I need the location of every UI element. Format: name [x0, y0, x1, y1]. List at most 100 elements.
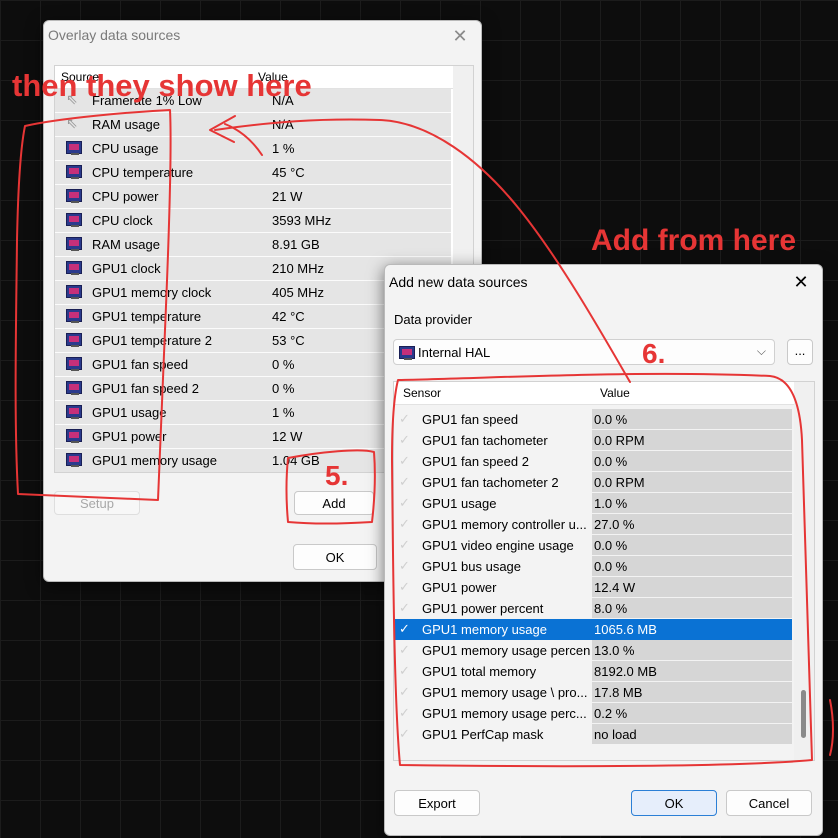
- sensor-row[interactable]: ✓ GPU1 power percent 8.0 %: [394, 598, 792, 619]
- checkmark-icon[interactable]: ✓: [399, 684, 410, 700]
- source-name: RAM usage: [92, 117, 160, 132]
- checkmark-icon[interactable]: ✓: [399, 474, 410, 490]
- checkmark-icon[interactable]: ✓: [399, 453, 410, 469]
- sensor-row[interactable]: ✓ GPU1 memory usage perc... 0.2 %: [394, 703, 792, 724]
- checkmark-icon[interactable]: ✓: [399, 621, 410, 637]
- checkmark-icon[interactable]: ✓: [399, 663, 410, 679]
- scrollbar-thumb[interactable]: [801, 690, 806, 738]
- sensor-row[interactable]: ✓ GPU1 usage 1.0 %: [394, 493, 792, 514]
- sensor-row[interactable]: ✓ GPU1 memory usage \ pro... 17.8 MB: [394, 682, 792, 703]
- sensor-value: 12.4 W: [592, 577, 792, 597]
- checkmark-icon[interactable]: ✓: [399, 432, 410, 448]
- monitor-icon: [66, 141, 82, 155]
- source-name: GPU1 fan speed: [92, 357, 189, 372]
- chevron-down-icon: ⌵: [756, 344, 766, 358]
- column-header-sensor[interactable]: Sensor: [403, 386, 441, 400]
- close-icon[interactable]: ✕: [790, 273, 812, 291]
- sensor-row[interactable]: ✓ GPU1 memory controller u... 27.0 %: [394, 514, 792, 535]
- source-value: 210 MHz: [272, 261, 325, 276]
- sensor-value: 0.0 RPM: [592, 430, 792, 450]
- monitor-icon: [66, 405, 82, 419]
- sensor-value: 8192.0 MB: [592, 661, 792, 681]
- monitor-icon: [66, 381, 82, 395]
- sensor-name: GPU1 power: [422, 580, 497, 595]
- sensor-value: 0.0 %: [592, 409, 792, 429]
- checkmark-icon[interactable]: ✓: [399, 642, 410, 658]
- sensor-name: GPU1 fan tachometer: [422, 433, 548, 448]
- checkmark-icon[interactable]: ✓: [399, 579, 410, 595]
- add-button[interactable]: Add: [294, 491, 374, 515]
- checkmark-icon[interactable]: ✓: [399, 558, 410, 574]
- data-provider-select[interactable]: Internal HAL ⌵: [393, 339, 775, 365]
- sensor-row[interactable]: ✓ GPU1 total memory 8192.0 MB: [394, 661, 792, 682]
- source-value: 12 W: [272, 429, 303, 444]
- close-icon[interactable]: ✕: [449, 27, 471, 45]
- source-name: RAM usage: [92, 237, 160, 252]
- checkmark-icon[interactable]: ✓: [399, 726, 410, 742]
- sensor-row[interactable]: ✓ GPU1 fan tachometer 0.0 RPM: [394, 430, 792, 451]
- data-provider-value: Internal HAL: [418, 345, 491, 360]
- sensor-row[interactable]: ✓ GPU1 power 12.4 W: [394, 577, 792, 598]
- sensor-row[interactable]: ✓ GPU1 fan tachometer 2 0.0 RPM: [394, 472, 792, 493]
- sensor-name: GPU1 memory usage: [422, 622, 547, 637]
- checkmark-icon[interactable]: ✓: [399, 537, 410, 553]
- list-item[interactable]: CPU usage 1 %: [55, 137, 451, 161]
- source-value: 3593 MHz: [272, 213, 332, 228]
- checkmark-icon[interactable]: ✓: [399, 516, 410, 532]
- annotation-add-from-here: Add from here: [591, 224, 797, 257]
- sensor-name: GPU1 fan tachometer 2: [422, 475, 559, 490]
- sensor-row[interactable]: ✓ GPU1 fan speed 0.0 %: [394, 409, 792, 430]
- sensor-value: 1065.6 MB: [592, 619, 792, 639]
- sensor-row[interactable]: ✓ GPU1 bus usage 0.0 %: [394, 556, 792, 577]
- sensor-name: GPU1 memory usage perc...: [422, 706, 587, 721]
- sensor-list[interactable]: Sensor Value ✓ GPU1 fan speed 0.0 % ✓ GPU1 f…: [393, 381, 815, 761]
- monitor-icon: [66, 285, 82, 299]
- ok-button[interactable]: OK: [631, 790, 717, 816]
- checkmark-icon[interactable]: ✓: [399, 495, 410, 511]
- annotation-show-here: then they show here: [12, 68, 312, 103]
- source-name: GPU1 temperature 2: [92, 333, 212, 348]
- checkmark-icon[interactable]: ✓: [399, 600, 410, 616]
- export-button[interactable]: Export: [394, 790, 480, 816]
- source-name: GPU1 temperature: [92, 309, 202, 324]
- sensor-value: 0.2 %: [592, 703, 792, 723]
- sensor-row[interactable]: ✓ GPU1 fan speed 2 0.0 %: [394, 451, 792, 472]
- cancel-button[interactable]: Cancel: [726, 790, 812, 816]
- sensor-name: GPU1 usage: [422, 496, 497, 511]
- source-value: 0 %: [272, 381, 295, 396]
- sensor-row-selected[interactable]: ✓ GPU1 memory usage 1065.6 MB: [394, 619, 792, 640]
- monitor-icon: [66, 333, 82, 347]
- sensor-value: 0.0 %: [592, 451, 792, 471]
- source-value: 405 MHz: [272, 285, 325, 300]
- annotation-step-6: 6.: [642, 338, 666, 369]
- sensor-value: 0.0 %: [592, 556, 792, 576]
- sensor-value: 0.0 %: [592, 535, 792, 555]
- sensor-row[interactable]: ✓ GPU1 PerfCap mask no load: [394, 724, 792, 745]
- annotation-stroke-right: [829, 699, 834, 756]
- sensor-list-header: Sensor Value: [394, 382, 814, 405]
- data-provider-label: Data provider: [394, 312, 473, 327]
- monitor-icon: [66, 309, 82, 323]
- list-item[interactable]: CPU temperature 45 °C: [55, 161, 451, 185]
- sensor-value: no load: [592, 724, 792, 744]
- vertical-scrollbar[interactable]: [794, 382, 814, 760]
- sensor-name: GPU1 fan speed 2: [422, 454, 529, 469]
- sensor-row[interactable]: ✓ GPU1 video engine usage 0.0 %: [394, 535, 792, 556]
- ok-button[interactable]: OK: [293, 544, 377, 570]
- annotation-step-5: 5.: [325, 460, 349, 491]
- checkmark-icon[interactable]: ✓: [399, 411, 410, 427]
- source-name: GPU1 usage: [92, 405, 167, 420]
- source-value: 8.91 GB: [272, 237, 320, 252]
- sensor-name: GPU1 memory usage percent: [422, 643, 590, 658]
- list-item[interactable]: RAM usage 8.91 GB: [55, 233, 451, 257]
- sensor-row[interactable]: ✓ GPU1 memory usage percent 13.0 %: [394, 640, 792, 661]
- column-header-value[interactable]: Value: [600, 386, 630, 400]
- source-value: 21 W: [272, 189, 303, 204]
- browse-button[interactable]: ...: [787, 339, 813, 365]
- setup-button[interactable]: Setup: [54, 491, 140, 515]
- checkmark-icon[interactable]: ✓: [399, 705, 410, 721]
- list-item[interactable]: CPU clock 3593 MHz: [55, 209, 451, 233]
- list-item[interactable]: CPU power 21 W: [55, 185, 451, 209]
- list-item[interactable]: ⇖ RAM usage N/A: [55, 113, 451, 137]
- source-name: CPU temperature: [92, 165, 194, 180]
